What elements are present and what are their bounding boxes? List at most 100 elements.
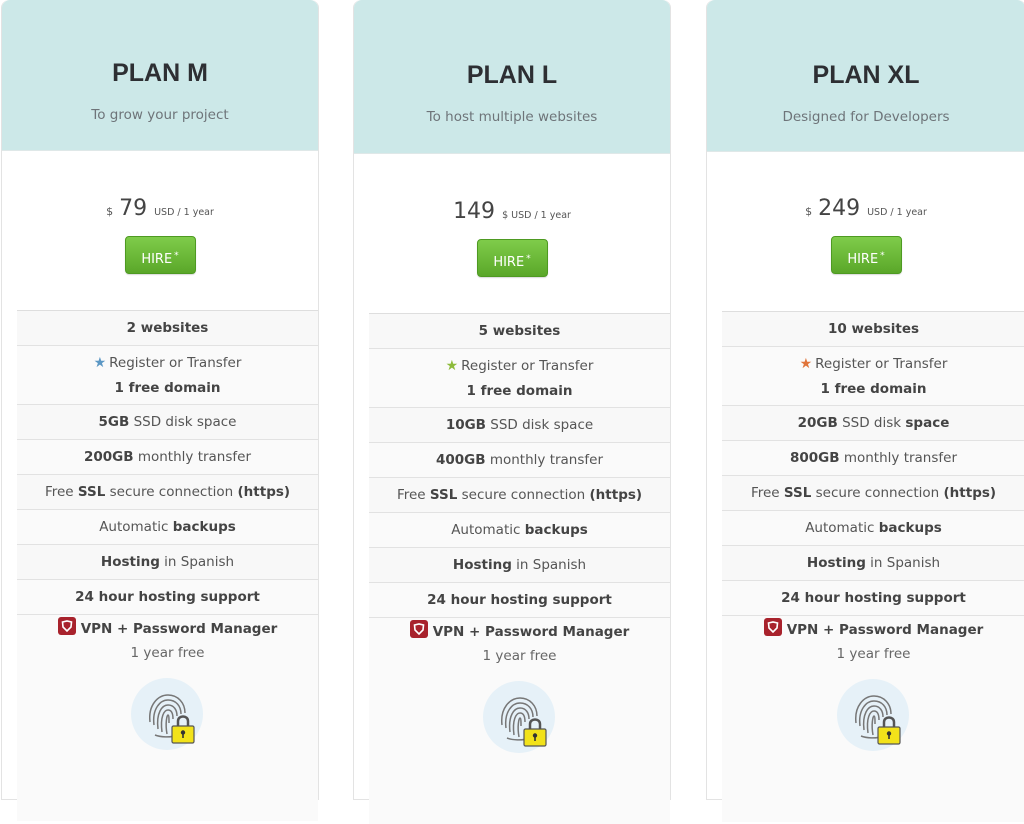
feature-text-bold: 1 free domain bbox=[466, 383, 573, 399]
plan-subtitle: To host multiple websites bbox=[426, 109, 598, 125]
price-area: 149 $ USD / 1 year HIRE * bbox=[354, 154, 670, 313]
feature-bold: Hosting bbox=[452, 557, 512, 573]
feature-bold: Hosting bbox=[806, 555, 866, 571]
plan-subtitle: Designed for Developers bbox=[782, 109, 950, 125]
feature-bold: 24 hour hosting support bbox=[427, 592, 612, 608]
feature-domain: ★ Register or Transfer 1 free domain bbox=[369, 349, 670, 408]
feature-text: Automatic bbox=[451, 522, 521, 538]
feature-text: secure connection bbox=[461, 487, 586, 503]
hire-button[interactable]: HIRE * bbox=[830, 236, 902, 274]
feature-bold: 24 hour hosting support bbox=[75, 589, 260, 605]
plan-header: PLAN XL Designed for Developers bbox=[707, 0, 1024, 152]
feature-text: in Spanish bbox=[516, 557, 587, 573]
price-amount: 149 bbox=[453, 199, 496, 224]
feature-vpn: VPN + Password Manager 1 year free bbox=[369, 618, 670, 824]
feature-language: Hosting in Spanish bbox=[369, 548, 670, 583]
hire-label: HIRE bbox=[847, 252, 879, 267]
feature-language: Hosting in Spanish bbox=[17, 545, 318, 580]
feature-text: SSD disk space bbox=[490, 417, 594, 433]
feature-text: secure connection bbox=[109, 484, 234, 500]
fingerprint-lock-icon bbox=[836, 678, 912, 754]
feature-text: secure connection bbox=[815, 485, 940, 501]
price-area: $ 249 USD / 1 year HIRE * bbox=[707, 152, 1024, 311]
feature-text: SSD disk space bbox=[133, 414, 237, 430]
feature-support: 24 hour hosting support bbox=[17, 580, 318, 615]
plan-title: PLAN L bbox=[466, 61, 558, 89]
feature-text: in Spanish bbox=[164, 554, 235, 570]
hire-label: HIRE bbox=[493, 255, 525, 270]
plan-card-xl: PLAN XL Designed for Developers $ 249 US… bbox=[706, 0, 1024, 822]
vpn-free-text: 1 year free bbox=[482, 648, 557, 664]
feature-websites: 10 websites bbox=[722, 312, 1024, 347]
feature-text: 5 websites bbox=[478, 323, 561, 339]
feature-text: Register or Transfer bbox=[461, 358, 594, 374]
feature-disk: 20GB SSD disk space bbox=[722, 406, 1024, 441]
hire-button[interactable]: HIRE * bbox=[124, 236, 196, 274]
feature-vpn: VPN + Password Manager 1 year free bbox=[17, 615, 318, 821]
feature-backups: Automatic backups bbox=[17, 510, 318, 545]
fingerprint-lock-icon bbox=[130, 677, 206, 753]
vpn-label: VPN + Password Manager bbox=[786, 622, 984, 638]
feature-bold: 24 hour hosting support bbox=[781, 590, 966, 606]
feature-bold: 200GB bbox=[83, 449, 134, 465]
feature-bold: backups bbox=[172, 519, 236, 535]
feature-bold: 5GB bbox=[98, 414, 130, 430]
vpn-shield-icon bbox=[57, 617, 76, 635]
feature-support: 24 hour hosting support bbox=[369, 583, 670, 618]
vpn-shield-icon bbox=[409, 620, 428, 638]
feature-text: Automatic bbox=[99, 519, 169, 535]
feature-text: 10 websites bbox=[827, 321, 920, 337]
hire-asterisk: * bbox=[174, 251, 179, 261]
star-icon: ★ bbox=[445, 358, 459, 374]
price: $ 79 USD / 1 year bbox=[2, 196, 318, 226]
price-period: USD / 1 year bbox=[867, 207, 927, 218]
feature-ssl: Free SSL secure connection (https) bbox=[722, 476, 1024, 511]
hire-label: HIRE bbox=[141, 252, 173, 267]
price-amount: 79 bbox=[119, 196, 148, 221]
price: 149 $ USD / 1 year bbox=[354, 199, 670, 229]
vpn-free-text: 1 year free bbox=[836, 646, 911, 662]
price-amount: 249 bbox=[818, 196, 861, 221]
plan-card-m: PLAN M To grow your project $ 79 USD / 1… bbox=[1, 0, 319, 821]
feature-text: SSD disk bbox=[842, 415, 902, 431]
vpn-shield-icon bbox=[763, 618, 782, 636]
feature-text: 2 websites bbox=[126, 320, 209, 336]
vpn-label: VPN + Password Manager bbox=[80, 621, 278, 637]
feature-websites: 5 websites bbox=[369, 314, 670, 349]
feature-transfer: 400GB monthly transfer bbox=[369, 443, 670, 478]
feature-text: Free bbox=[44, 484, 74, 500]
feature-bold: (https) bbox=[943, 485, 997, 501]
feature-websites: 2 websites bbox=[17, 311, 318, 346]
feature-bold: 800GB bbox=[789, 450, 840, 466]
plan-title: PLAN M bbox=[112, 59, 208, 87]
feature-bold: space bbox=[905, 415, 950, 431]
price-period: USD / 1 year bbox=[154, 207, 214, 218]
feature-transfer: 800GB monthly transfer bbox=[722, 441, 1024, 476]
price: $ 249 USD / 1 year bbox=[707, 196, 1024, 226]
feature-list: 5 websites ★ Register or Transfer 1 free … bbox=[369, 313, 670, 824]
feature-text: Register or Transfer bbox=[815, 356, 948, 372]
feature-domain: ★ Register or Transfer 1 free domain bbox=[722, 347, 1024, 406]
star-icon: ★ bbox=[799, 356, 813, 372]
feature-text: in Spanish bbox=[870, 555, 941, 571]
feature-backups: Automatic backups bbox=[722, 511, 1024, 546]
price-area: $ 79 USD / 1 year HIRE * bbox=[2, 151, 318, 310]
feature-text-bold: 1 free domain bbox=[820, 381, 927, 397]
feature-bold: Hosting bbox=[100, 554, 160, 570]
hire-asterisk: * bbox=[880, 251, 885, 261]
feature-text: Register or Transfer bbox=[109, 355, 242, 371]
feature-bold: (https) bbox=[237, 484, 291, 500]
plan-header: PLAN L To host multiple websites bbox=[354, 0, 670, 154]
feature-text: monthly transfer bbox=[843, 450, 958, 466]
feature-transfer: 200GB monthly transfer bbox=[17, 440, 318, 475]
star-icon: ★ bbox=[93, 355, 107, 371]
feature-bold: 20GB bbox=[797, 415, 838, 431]
feature-bold: SSL bbox=[77, 484, 106, 500]
feature-list: 2 websites ★ Register or Transfer 1 free … bbox=[17, 310, 318, 821]
feature-bold: backups bbox=[878, 520, 942, 536]
plan-card-l: PLAN L To host multiple websites 149 $ U… bbox=[353, 0, 671, 824]
feature-text: Free bbox=[396, 487, 426, 503]
hire-button[interactable]: HIRE * bbox=[476, 239, 548, 277]
feature-bold: 10GB bbox=[445, 417, 486, 433]
plan-title: PLAN XL bbox=[812, 61, 920, 89]
